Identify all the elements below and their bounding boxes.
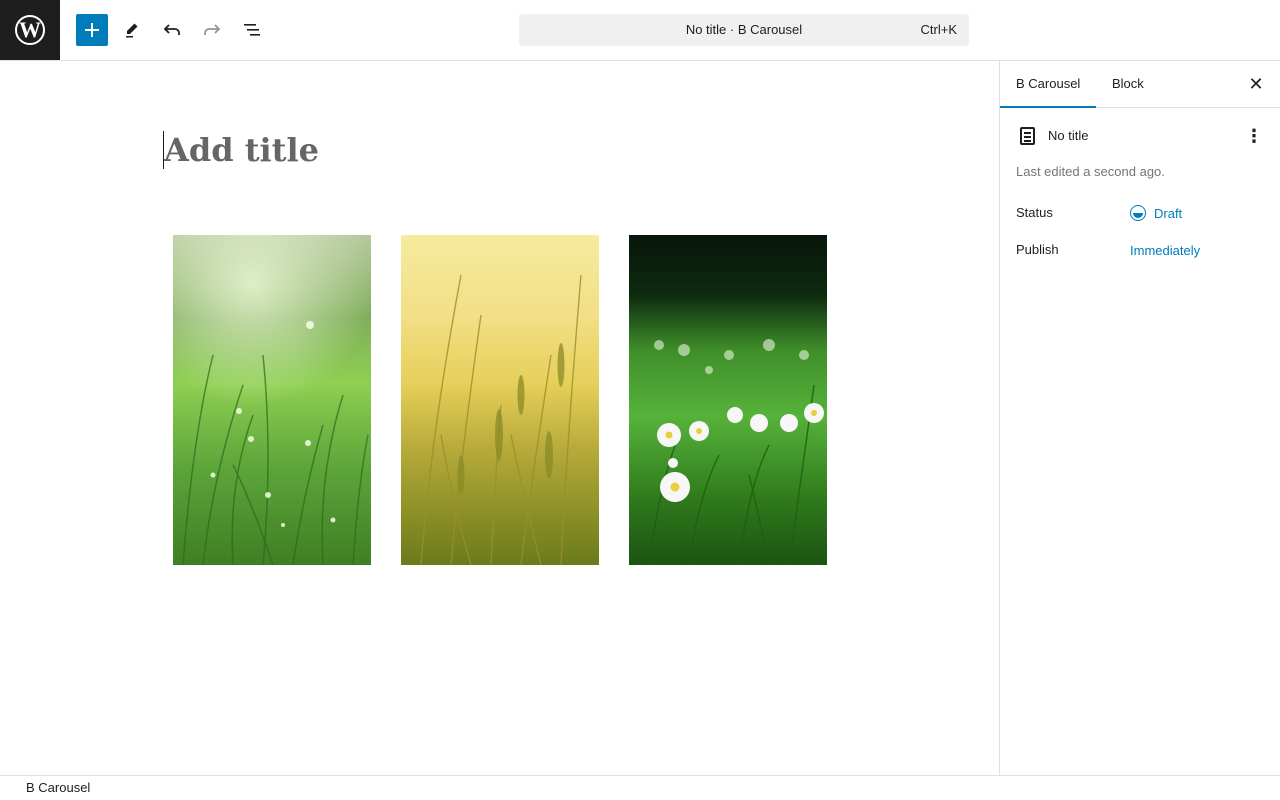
sidebar-tabs: B Carousel Block ✕ [1000, 61, 1280, 108]
block-breadcrumb[interactable]: B Carousel [26, 780, 90, 795]
wordpress-icon: W [15, 15, 45, 45]
add-block-button[interactable] [76, 14, 108, 46]
keyboard-shortcut-hint: Ctrl+K [920, 22, 957, 37]
close-icon: ✕ [1248, 74, 1264, 94]
post-title-input[interactable] [163, 131, 763, 169]
editor-canvas [0, 61, 999, 775]
settings-sidebar: B Carousel Block ✕ No title ⋮ Last edite… [999, 61, 1280, 775]
status-toggle[interactable]: Draft [1130, 205, 1182, 221]
pencil-icon [126, 23, 138, 38]
undo-button[interactable] [156, 14, 188, 46]
editor-header: W No title · B Carousel Ctrl+K [0, 0, 1280, 61]
post-summary-row: No title ⋮ [1016, 125, 1266, 149]
document-overview-button[interactable] [236, 14, 268, 46]
close-sidebar-button[interactable]: ✕ [1244, 71, 1268, 97]
tab-b-carousel[interactable]: B Carousel [1016, 61, 1080, 108]
carousel-slide-daisies[interactable] [629, 235, 827, 565]
plus-icon [85, 23, 99, 37]
carousel-slide-wheat[interactable] [401, 235, 599, 565]
undo-icon [163, 24, 180, 35]
draft-status-icon [1130, 205, 1146, 221]
publish-label: Publish [1016, 242, 1059, 257]
grass-image [182, 321, 369, 565]
redo-button[interactable] [196, 14, 228, 46]
post-options-button[interactable]: ⋮ [1242, 125, 1266, 149]
wordpress-logo-button[interactable]: W [0, 0, 60, 60]
redo-icon [204, 24, 221, 35]
list-view-icon [244, 24, 260, 36]
command-palette-bar[interactable]: No title · B Carousel Ctrl+K [519, 14, 969, 46]
tools-button[interactable] [116, 14, 148, 46]
status-label: Status [1016, 205, 1053, 220]
more-vertical-icon: ⋮ [1245, 126, 1263, 146]
page-icon [1020, 127, 1035, 145]
active-tab-indicator [1000, 106, 1096, 108]
status-value: Draft [1154, 205, 1183, 221]
post-summary-title: No title [1048, 128, 1089, 143]
tab-block[interactable]: Block [1112, 61, 1144, 108]
wheat-image [420, 274, 582, 565]
editor-footer: B Carousel [0, 775, 1280, 800]
carousel-slide-grass[interactable] [173, 235, 371, 565]
publish-date-toggle[interactable]: Immediately [1130, 243, 1200, 258]
last-edited-text: Last edited a second ago. [1016, 164, 1165, 179]
daisies-image [648, 339, 824, 565]
document-title: No title · B Carousel [685, 22, 803, 37]
